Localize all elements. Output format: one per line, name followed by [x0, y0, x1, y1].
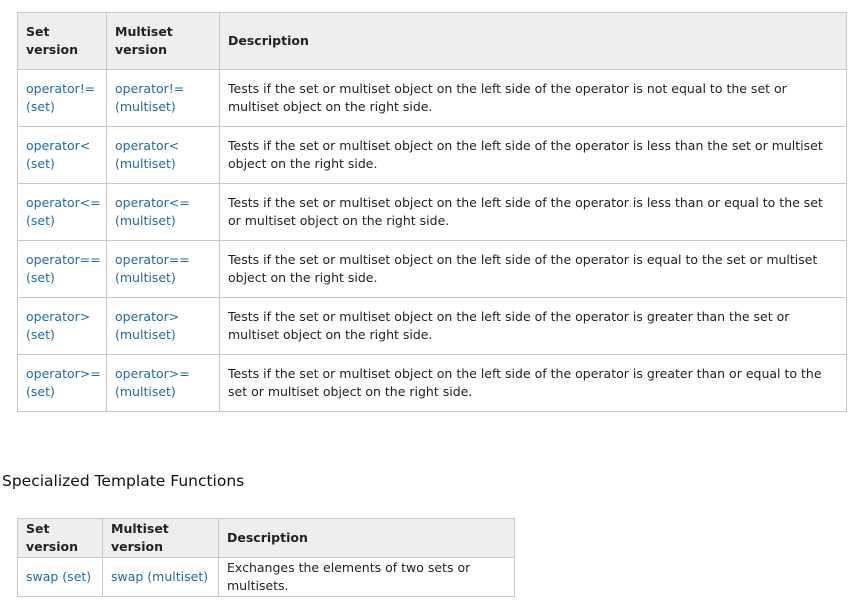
- header-set-version: Set version: [17, 12, 107, 70]
- set-operator-link[interactable]: operator< (set): [26, 138, 90, 171]
- multiset-version-cell: operator<= (multiset): [106, 183, 220, 241]
- set-version-cell: swap (set): [17, 557, 103, 597]
- set-version-cell: operator!= (set): [17, 69, 107, 127]
- page: Set version Multiset version Description…: [0, 0, 862, 604]
- table-row: operator>= (set) operator>= (multiset) Tes…: [17, 354, 847, 412]
- table-header-row: Set version Multiset version Description: [17, 518, 515, 558]
- multiset-version-cell: operator< (multiset): [106, 126, 220, 184]
- description-cell: Tests if the set or multiset object on t…: [219, 240, 847, 298]
- comparison-operators-table: Set version Multiset version Description…: [17, 12, 847, 412]
- multiset-version-cell: operator== (multiset): [106, 240, 220, 298]
- section-heading: Specialized Template Functions: [2, 472, 245, 490]
- table-row: operator== (set) operator== (multiset) Tes…: [17, 240, 847, 298]
- multiset-operator-link[interactable]: operator<= (multiset): [115, 195, 190, 228]
- table-row: operator!= (set) operator!= (multiset) Tes…: [17, 69, 847, 127]
- swap-multiset-link[interactable]: swap (multiset): [111, 569, 208, 584]
- swap-set-link[interactable]: swap (set): [26, 569, 91, 584]
- multiset-version-cell: operator>= (multiset): [106, 354, 220, 412]
- description-cell: Exchanges the elements of two sets or mu…: [218, 557, 515, 597]
- set-operator-link[interactable]: operator== (set): [26, 252, 101, 285]
- multiset-version-cell: operator> (multiset): [106, 297, 220, 355]
- set-version-cell: operator> (set): [17, 297, 107, 355]
- set-operator-link[interactable]: operator>= (set): [26, 366, 101, 399]
- set-operator-link[interactable]: operator<= (set): [26, 195, 101, 228]
- template-functions-table: Set version Multiset version Description…: [17, 518, 515, 597]
- set-version-cell: operator<= (set): [17, 183, 107, 241]
- multiset-operator-link[interactable]: operator>= (multiset): [115, 366, 190, 399]
- table-row: operator> (set) operator> (multiset) Tests…: [17, 297, 847, 355]
- multiset-operator-link[interactable]: operator== (multiset): [115, 252, 190, 285]
- header-description: Description: [219, 12, 847, 70]
- description-cell: Tests if the set or multiset object on t…: [219, 69, 847, 127]
- set-operator-link[interactable]: operator> (set): [26, 309, 90, 342]
- multiset-operator-link[interactable]: operator!= (multiset): [115, 81, 184, 114]
- multiset-operator-link[interactable]: operator> (multiset): [115, 309, 179, 342]
- description-cell: Tests if the set or multiset object on t…: [219, 354, 847, 412]
- multiset-operator-link[interactable]: operator< (multiset): [115, 138, 179, 171]
- multiset-version-cell: operator!= (multiset): [106, 69, 220, 127]
- description-cell: Tests if the set or multiset object on t…: [219, 126, 847, 184]
- header-multiset-version: Multiset version: [102, 518, 219, 558]
- header-set-version: Set version: [17, 518, 103, 558]
- description-cell: Tests if the set or multiset object on t…: [219, 183, 847, 241]
- set-version-cell: operator< (set): [17, 126, 107, 184]
- set-version-cell: operator== (set): [17, 240, 107, 298]
- header-multiset-version: Multiset version: [106, 12, 220, 70]
- set-operator-link[interactable]: operator!= (set): [26, 81, 95, 114]
- description-cell: Tests if the set or multiset object on t…: [219, 297, 847, 355]
- set-version-cell: operator>= (set): [17, 354, 107, 412]
- multiset-version-cell: swap (multiset): [102, 557, 219, 597]
- table-header-row: Set version Multiset version Description: [17, 12, 847, 70]
- header-description: Description: [218, 518, 515, 558]
- table-row: operator<= (set) operator<= (multiset) Tes…: [17, 183, 847, 241]
- table-row: swap (set) swap (multiset) Exchanges the…: [17, 557, 515, 597]
- table-row: operator< (set) operator< (multiset) Tests…: [17, 126, 847, 184]
